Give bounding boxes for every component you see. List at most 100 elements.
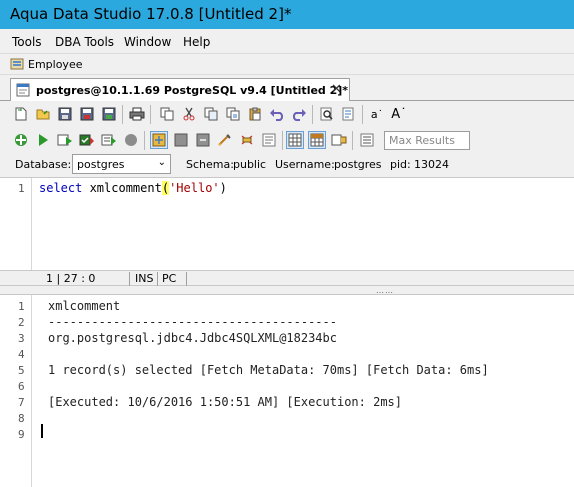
pid-label: pid: (390, 158, 411, 171)
result-line-number: 1 (18, 300, 25, 313)
toolbar-separator (352, 131, 353, 150)
result-line-text: ---------------------------------------- (48, 315, 337, 329)
username-label: Username: (275, 158, 335, 171)
app-window: Aqua Data Studio 17.0.8 [Untitled 2]* To… (0, 0, 574, 487)
code-line[interactable]: select xmlcomment('Hello') (39, 181, 227, 195)
database-select-value: postgres (77, 158, 125, 171)
menu-window[interactable]: Window (124, 35, 171, 49)
editor-status-bar: 1 | 27 : 0 INS PC (0, 270, 574, 286)
line-ending-mode: PC (159, 272, 187, 286)
grid-results-detached-icon[interactable] (308, 131, 326, 149)
results-panel[interactable]: 1 xmlcomment 2 ----------------------------… (0, 295, 574, 487)
format-sql-icon[interactable] (238, 131, 256, 149)
database-bar: Database: postgres ⌄ Schema: public User… (0, 153, 574, 175)
sql-string-literal: 'Hello' (169, 181, 220, 195)
history-icon[interactable] (358, 131, 376, 149)
find-icon[interactable] (318, 105, 336, 123)
schema-value: public (233, 158, 267, 171)
execute-current-icon[interactable] (78, 131, 96, 149)
save-icon[interactable] (56, 105, 74, 123)
connection-label[interactable]: Employee (28, 58, 82, 71)
save-all-icon[interactable] (100, 105, 118, 123)
print-icon[interactable] (128, 105, 146, 123)
execute-all-icon[interactable] (12, 131, 30, 149)
result-line-text: xmlcomment (48, 299, 121, 313)
auto-commit-icon[interactable] (150, 131, 168, 149)
toolbar-separator (150, 105, 151, 124)
menu-bar: Tools DBA Tools Window Help (0, 29, 574, 53)
username-value: postgres (334, 158, 382, 171)
menu-help[interactable]: Help (183, 35, 210, 49)
result-line-text: [Executed: 10/6/2016 1:50:51 AM] [Execut… (48, 395, 403, 409)
sql-editor[interactable]: 1 select xmlcomment('Hello') (0, 177, 574, 270)
query-tab[interactable]: postgres@10.1.1.69 PostgreSQL v9.4 [Unti… (10, 78, 350, 101)
grid-results-icon[interactable] (286, 131, 304, 149)
open-file-icon[interactable] (34, 105, 52, 123)
stop-icon[interactable] (122, 131, 140, 149)
redo-icon[interactable] (290, 105, 308, 123)
result-line-number: 8 (18, 412, 25, 425)
result-line-number: 5 (18, 364, 25, 377)
result-line-text: org.postgresql.jdbc4.Jdbc4SQLXML@18234bc (48, 331, 337, 345)
execute-icon[interactable] (34, 131, 52, 149)
editor-tab-strip: postgres@10.1.1.69 PostgreSQL v9.4 [Unti… (0, 75, 574, 101)
decrease-font-icon[interactable]: a˙ (368, 105, 386, 123)
text-results-icon[interactable] (260, 131, 278, 149)
text-caret (41, 424, 43, 438)
results-gutter (0, 295, 32, 487)
result-line-number: 7 (18, 396, 25, 409)
toolbar-separator (122, 105, 123, 124)
sql-close-paren: ) (219, 181, 227, 195)
schema-label: Schema: (186, 158, 234, 171)
sql-keyword: select (39, 181, 83, 195)
commit-icon[interactable] (172, 131, 190, 149)
toolbar-execute: Max Results (0, 127, 574, 154)
close-tab-icon[interactable]: ✕ (331, 81, 342, 97)
max-results-input[interactable]: Max Results (384, 131, 470, 150)
insert-mode: INS (132, 272, 158, 286)
save-as-icon[interactable] (78, 105, 96, 123)
result-line-number: 9 (18, 428, 25, 441)
undo-icon[interactable] (268, 105, 286, 123)
execute-script-icon[interactable] (100, 131, 118, 149)
toolbar-file: a˙ A˙ (0, 101, 574, 128)
new-file-icon[interactable] (12, 105, 30, 123)
results-splitter[interactable]: ⋯⋯ (0, 286, 574, 297)
rollback-icon[interactable] (194, 131, 212, 149)
toolbar-separator (362, 105, 363, 124)
toolbar-separator (282, 131, 283, 150)
result-line-text: 1 record(s) selected [Fetch MetaData: 70… (48, 363, 489, 377)
copy-text-icon[interactable] (202, 105, 220, 123)
sql-open-paren: ( (161, 181, 170, 195)
paste-icon[interactable] (246, 105, 264, 123)
menu-tools[interactable]: Tools (12, 35, 42, 49)
copy-special-icon[interactable] (224, 105, 242, 123)
query-window-icon (16, 83, 30, 97)
database-select[interactable]: postgres ⌄ (72, 154, 171, 174)
result-line-number: 6 (18, 380, 25, 393)
pid-value: 13024 (414, 158, 449, 171)
menu-dba-tools[interactable]: DBA Tools (55, 35, 114, 49)
execute-edit-icon[interactable] (56, 131, 74, 149)
sql-function: xmlcomment (82, 181, 162, 195)
explain-plan-icon[interactable] (216, 131, 234, 149)
chevron-down-icon: ⌄ (157, 157, 166, 168)
copy-icon[interactable] (158, 105, 176, 123)
increase-font-icon[interactable]: A˙ (390, 105, 408, 123)
database-label: Database: (15, 158, 72, 171)
toolbar-separator (144, 131, 145, 150)
editor-gutter: 1 (0, 178, 32, 270)
connection-bar: Employee (0, 53, 574, 75)
result-line-number: 2 (18, 316, 25, 329)
query-tab-label: postgres@10.1.1.69 PostgreSQL v9.4 [Unti… (36, 84, 349, 97)
line-number: 1 (18, 182, 25, 195)
title-bar: Aqua Data Studio 17.0.8 [Untitled 2]* (0, 0, 574, 29)
find-replace-icon[interactable] (340, 105, 358, 123)
cut-icon[interactable] (180, 105, 198, 123)
toolbar-separator (312, 105, 313, 124)
window-title: Aqua Data Studio 17.0.8 [Untitled 2]* (10, 5, 292, 23)
database-connection-icon (10, 58, 24, 70)
result-line-number: 4 (18, 348, 25, 361)
results-options-icon[interactable] (330, 131, 348, 149)
result-line-number: 3 (18, 332, 25, 345)
